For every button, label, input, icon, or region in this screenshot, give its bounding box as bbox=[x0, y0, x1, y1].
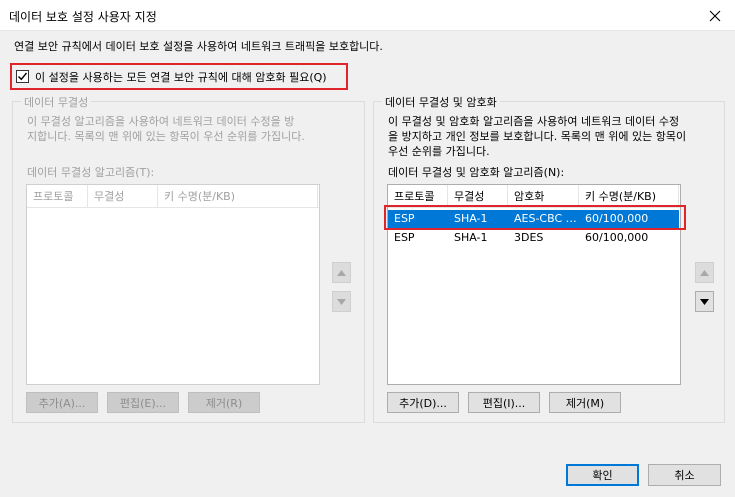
window-title: 데이터 보호 설정 사용자 지정 bbox=[9, 10, 157, 24]
title-bar: 데이터 보호 설정 사용자 지정 bbox=[0, 0, 735, 31]
column-header-encryption[interactable]: 암호화 bbox=[508, 185, 579, 208]
column-header-key-lifetime[interactable]: 키 수명(분/KB) bbox=[158, 185, 318, 208]
encryption-desc-line1: 이 무결성 및 암호화 알고리즘을 사용하여 네트워크 데이터 수정 bbox=[388, 115, 680, 128]
column-header-integrity[interactable]: 무결성 bbox=[448, 185, 508, 208]
ok-button[interactable]: 확인 bbox=[566, 464, 639, 486]
require-encryption-label: 이 설정을 사용하는 모든 연결 보안 규칙에 대해 암호화 필요(Q) bbox=[35, 70, 327, 84]
cell-key-lifetime: 60/100,000 bbox=[585, 212, 649, 225]
cancel-button[interactable]: 취소 bbox=[648, 464, 721, 486]
integrity-desc-line1: 이 무결성 알고리즘을 사용하여 네트워크 데이터 수정을 방 bbox=[27, 115, 295, 128]
encryption-move-down-button[interactable] bbox=[695, 291, 714, 312]
integrity-encryption-group: 데이터 무결성 및 암호화 이 무결성 및 암호화 알고리즘을 사용하여 네트워… bbox=[373, 94, 725, 423]
integrity-algorithm-list[interactable]: 프로토콜 무결성 키 수명(분/KB) bbox=[26, 184, 320, 385]
encryption-algorithm-list[interactable]: 프로토콜 무결성 암호화 키 수명(분/KB) ESP SHA-1 AES-CB… bbox=[387, 184, 681, 385]
arrow-down-icon bbox=[337, 298, 346, 305]
encryption-desc-line2: 을 방지하고 개인 정보를 보호합니다. 목록의 맨 위에 있는 항목이 bbox=[388, 130, 687, 143]
checkmark-icon bbox=[18, 72, 28, 81]
column-header-protocol[interactable]: 프로토콜 bbox=[27, 185, 88, 208]
close-icon bbox=[709, 10, 721, 21]
cell-protocol: ESP bbox=[394, 231, 415, 244]
column-header-integrity[interactable]: 무결성 bbox=[88, 185, 158, 208]
close-button[interactable] bbox=[695, 0, 735, 31]
integrity-move-up-button[interactable] bbox=[332, 262, 351, 283]
data-integrity-group: 데이터 무결성 이 무결성 알고리즘을 사용하여 네트워크 데이터 수정을 방 … bbox=[12, 94, 365, 423]
cell-integrity: SHA-1 bbox=[454, 231, 488, 244]
encryption-edit-button[interactable]: 편집(I)... bbox=[468, 392, 540, 413]
encryption-list-header: 프로토콜 무결성 암호화 키 수명(분/KB) bbox=[388, 185, 680, 208]
cell-encryption: 3DES bbox=[514, 231, 544, 244]
data-integrity-group-title: 데이터 무결성 bbox=[21, 94, 92, 110]
table-row[interactable]: ESP SHA-1 3DES 60/100,000 bbox=[388, 229, 679, 247]
column-header-key-lifetime[interactable]: 키 수명(분/KB) bbox=[579, 185, 679, 208]
encryption-desc-line3: 우선 순위를 가집니다. bbox=[388, 145, 490, 158]
integrity-desc-line2: 지합니다. 목록의 맨 위에 있는 항목이 우선 순위를 가집니다. bbox=[27, 130, 305, 143]
encryption-move-up-button[interactable] bbox=[695, 262, 714, 283]
description-text: 연결 보안 규칙에서 데이터 보호 설정을 사용하여 네트워크 트래픽을 보호합… bbox=[14, 40, 383, 53]
integrity-edit-button[interactable]: 편집(E)... bbox=[107, 392, 179, 413]
integrity-list-header: 프로토콜 무결성 키 수명(분/KB) bbox=[27, 185, 319, 208]
checkbox-box[interactable] bbox=[16, 70, 29, 83]
encryption-remove-button[interactable]: 제거(M) bbox=[549, 392, 621, 413]
integrity-list-label: 데이터 무결성 알고리즘(T): bbox=[27, 166, 155, 179]
column-header-protocol[interactable]: 프로토콜 bbox=[388, 185, 448, 208]
integrity-move-down-button[interactable] bbox=[332, 291, 351, 312]
integrity-encryption-group-title: 데이터 무결성 및 암호화 bbox=[382, 94, 500, 110]
arrow-down-icon bbox=[700, 298, 709, 305]
cell-integrity: SHA-1 bbox=[454, 212, 488, 225]
integrity-add-button[interactable]: 추가(A)... bbox=[26, 392, 98, 413]
encryption-list-label: 데이터 무결성 및 암호화 알고리즘(N): bbox=[388, 166, 565, 179]
arrow-up-icon bbox=[700, 269, 709, 276]
cell-encryption: AES-CBC 256 bbox=[514, 212, 579, 225]
arrow-up-icon bbox=[337, 269, 346, 276]
require-encryption-checkbox[interactable]: 이 설정을 사용하는 모든 연결 보안 규칙에 대해 암호화 필요(Q) bbox=[10, 63, 348, 90]
encryption-add-button[interactable]: 추가(D)... bbox=[387, 392, 459, 413]
table-row[interactable]: ESP SHA-1 AES-CBC 256 60/100,000 bbox=[388, 210, 679, 228]
cell-protocol: ESP bbox=[394, 212, 415, 225]
integrity-remove-button[interactable]: 제거(R) bbox=[188, 392, 260, 413]
cell-key-lifetime: 60/100,000 bbox=[585, 231, 649, 244]
